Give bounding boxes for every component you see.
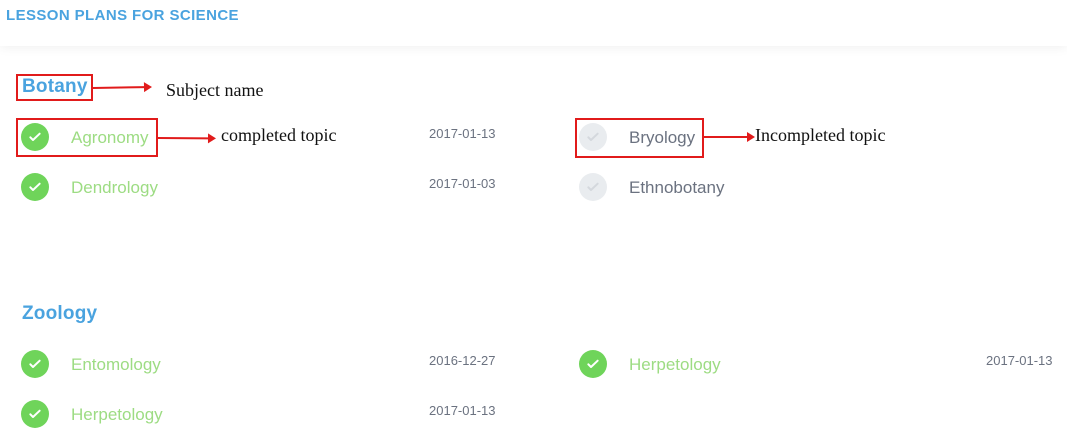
annotation-subject-name: Subject name [166, 80, 264, 100]
topic-label: Bryology [629, 128, 696, 147]
check-circle-icon [21, 173, 49, 201]
topic-date: 2017-01-03 [429, 176, 496, 191]
topic-row[interactable]: Ethnobotany [578, 172, 1048, 202]
topic-date: 2017-01-13 [986, 353, 1053, 368]
topic-date: 2017-01-13 [429, 126, 496, 141]
topic-label: Dendrology [71, 178, 158, 197]
topic-row[interactable]: Herpetology 2017-01-13 [20, 399, 540, 429]
check-circle-icon [21, 350, 49, 378]
annotation-incompleted-topic: Incompleted topic [755, 125, 886, 145]
annotation-completed-topic: completed topic [221, 125, 337, 145]
topic-row[interactable]: Entomology 2016-12-27 [20, 349, 540, 379]
check-circle-outline-icon [579, 123, 607, 151]
topic-date: 2016-12-27 [429, 353, 496, 368]
topic-label: Ethnobotany [629, 178, 725, 197]
topic-row[interactable]: Herpetology 2017-01-13 [578, 349, 1058, 379]
topic-label: Herpetology [629, 355, 721, 374]
page-header: LESSON PLANS FOR SCIENCE [0, 0, 1067, 46]
check-circle-icon [579, 350, 607, 378]
topic-date: 2017-01-13 [429, 403, 496, 418]
topic-label: Herpetology [71, 405, 163, 424]
page-title: LESSON PLANS FOR SCIENCE [6, 7, 239, 24]
check-circle-outline-icon [579, 173, 607, 201]
subject-name-arrow [92, 86, 146, 89]
subject-title-zoology: Zoology [22, 303, 98, 324]
topic-label: Agronomy [71, 128, 149, 147]
incompleted-topic-arrow [704, 132, 755, 142]
check-circle-icon [21, 400, 49, 428]
topic-label: Entomology [71, 355, 161, 374]
check-circle-icon [21, 123, 49, 151]
subject-title-botany: Botany [22, 76, 88, 97]
completed-topic-arrow [157, 137, 210, 140]
topic-row[interactable]: Dendrology 2017-01-03 [20, 172, 540, 202]
